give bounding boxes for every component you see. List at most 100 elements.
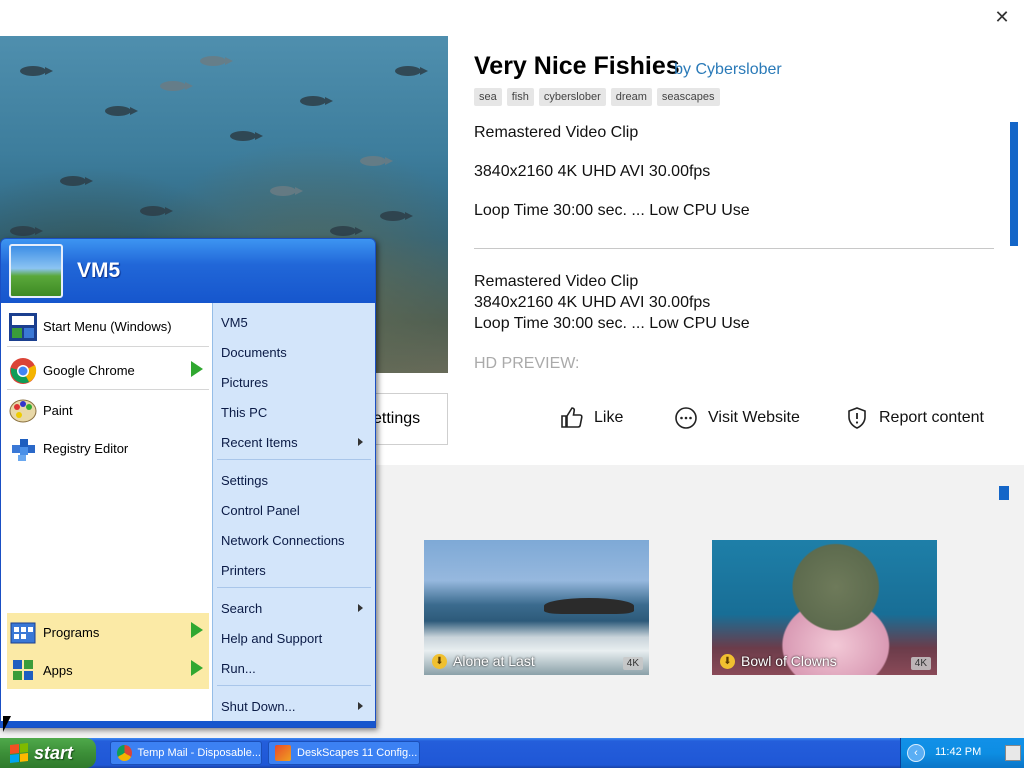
submenu-arrow-icon <box>358 438 363 446</box>
fish-shape <box>200 56 233 66</box>
fish-shape <box>60 176 93 186</box>
report-content-label: Report content <box>879 409 984 426</box>
fish-shape <box>20 66 53 76</box>
start-right-item-label: Shut Down... <box>221 699 296 714</box>
start-item-programs[interactable]: Programs <box>7 613 209 651</box>
gallery-scroll-indicator[interactable] <box>999 486 1009 500</box>
like-button[interactable]: Like <box>560 406 623 430</box>
start-menu-left-pane: Start Menu (Windows) Google Chrome Paint <box>3 303 211 727</box>
mouse-cursor-icon <box>3 716 11 732</box>
start-right-item-label: Recent Items <box>221 435 298 450</box>
fish-shape <box>140 206 173 216</box>
start-label: start <box>34 742 74 763</box>
start-right-item-this-pc[interactable]: This PC <box>221 405 371 420</box>
fish-shape <box>270 186 303 196</box>
fish-shape <box>300 96 333 106</box>
submenu-arrow-icon <box>191 361 203 377</box>
clock[interactable]: 11:42 PM <box>935 746 981 758</box>
submenu-arrow-icon <box>191 660 203 676</box>
divider <box>217 459 371 460</box>
description-line: Remastered Video Clip <box>474 124 639 141</box>
start-item-label: Registry Editor <box>43 440 129 456</box>
rock-shape <box>544 598 634 614</box>
shield-warning-icon <box>848 407 866 429</box>
chrome-icon <box>117 745 132 761</box>
report-content-button[interactable]: Report content <box>845 406 984 430</box>
start-right-item-help-and-support[interactable]: Help and Support <box>221 631 371 646</box>
start-button[interactable]: start <box>0 738 96 768</box>
taskbar-item-temp-mail[interactable]: Temp Mail - Disposable... <box>110 741 262 765</box>
download-icon: ⬇ <box>432 653 447 669</box>
start-right-item-shut-down[interactable]: Shut Down... <box>221 699 371 714</box>
start-item-paint[interactable]: Paint <box>7 393 209 427</box>
start-right-item-control-panel[interactable]: Control Panel <box>221 503 371 518</box>
tag[interactable]: cyberslober <box>538 88 606 106</box>
programs-icon <box>7 616 39 648</box>
start-item-label: Start Menu (Windows) <box>43 319 172 334</box>
tag[interactable]: sea <box>474 88 502 106</box>
start-right-item-vm5[interactable]: VM5 <box>221 315 371 330</box>
tray-app-icon[interactable] <box>1005 745 1021 761</box>
fish-shape <box>10 226 43 236</box>
gallery-item-alone-at-last[interactable]: ⬇ Alone at Last 4K <box>424 540 649 675</box>
description-line: Loop Time 30:00 sec. ... Low CPU Use <box>474 202 750 219</box>
description-line: 3840x2160 4K UHD AVI 30.00fps <box>474 163 711 180</box>
divider <box>474 248 994 249</box>
author-link[interactable]: by Cyberslober <box>674 61 782 78</box>
wallpaper-title-row: Very Nice Fishies by Cyberslober <box>474 52 782 81</box>
submenu-arrow-icon <box>358 604 363 612</box>
gallery-item-bowl-of-clowns[interactable]: ⬇ Bowl of Clowns 4K <box>712 540 937 675</box>
description-scrollbar[interactable] <box>1010 122 1018 246</box>
tag[interactable]: fish <box>506 88 534 106</box>
start-right-item-recent-items[interactable]: Recent Items <box>221 435 371 450</box>
wallpaper-title: Very Nice Fishies <box>474 52 680 80</box>
taskbar: start Temp Mail - Disposable... DeskScap… <box>0 738 1024 768</box>
description-line: Loop Time 30:00 sec. ... Low CPU Use <box>474 315 750 332</box>
start-item-label: Apps <box>43 662 73 678</box>
user-name: VM5 <box>77 259 121 282</box>
gallery-caption: ⬇ Bowl of Clowns <box>720 653 837 669</box>
chrome-icon <box>7 355 39 387</box>
tag[interactable]: seascapes <box>656 88 720 106</box>
taskbar-item-label: DeskScapes 11 Config... <box>297 747 418 759</box>
taskbar-item-label: Temp Mail - Disposable... <box>137 747 262 759</box>
submenu-arrow-icon <box>358 702 363 710</box>
start-item-apps[interactable]: Apps <box>7 651 209 689</box>
tag-list: sea fish cyberslober dream seascapes <box>474 88 720 106</box>
start-right-item-documents[interactable]: Documents <box>221 345 371 360</box>
start-right-item-printers[interactable]: Printers <box>221 563 371 578</box>
chevron-left-icon[interactable]: ‹ <box>907 744 925 762</box>
quality-badge: 4K <box>622 657 643 670</box>
close-button[interactable]: ✕ <box>990 6 1014 30</box>
description: Remastered Video Clip 3840x2160 4K UHD A… <box>474 124 994 241</box>
fish-shape <box>330 226 363 236</box>
taskbar-item-deskscapes[interactable]: DeskScapes 11 Config... <box>268 741 420 765</box>
submenu-arrow-icon <box>191 622 203 638</box>
like-label: Like <box>594 409 624 426</box>
apps-icon <box>7 654 39 686</box>
start-item-google-chrome[interactable]: Google Chrome <box>7 352 209 390</box>
visit-website-label: Visit Website <box>708 409 800 426</box>
system-tray: ‹ 11:42 PM <box>900 738 1024 768</box>
start-item-start-menu-windows[interactable]: Start Menu (Windows) <box>7 307 209 347</box>
start-item-registry-editor[interactable]: Registry Editor <box>7 431 209 465</box>
start-right-item-network-connections[interactable]: Network Connections <box>221 533 371 548</box>
start-right-item-search[interactable]: Search <box>221 601 371 616</box>
gallery-item-title: Alone at Last <box>453 653 535 669</box>
fish-shape <box>360 156 393 166</box>
fish-shape <box>160 81 193 91</box>
user-avatar[interactable] <box>9 244 63 298</box>
fish-shape <box>230 131 263 141</box>
start-right-item-settings[interactable]: Settings <box>221 473 371 488</box>
visit-website-button[interactable]: Visit Website <box>674 406 800 430</box>
start-menu-header: VM5 <box>1 239 375 303</box>
paint-icon <box>7 394 39 426</box>
start-right-item-pictures[interactable]: Pictures <box>221 375 371 390</box>
gallery-item-title: Bowl of Clowns <box>741 653 837 669</box>
start-item-label: Paint <box>43 402 73 418</box>
fish-shape <box>395 66 428 76</box>
start-right-item-run[interactable]: Run... <box>221 661 371 676</box>
tag[interactable]: dream <box>610 88 652 106</box>
windows-flag-icon <box>10 743 28 763</box>
quality-badge: 4K <box>910 657 931 670</box>
